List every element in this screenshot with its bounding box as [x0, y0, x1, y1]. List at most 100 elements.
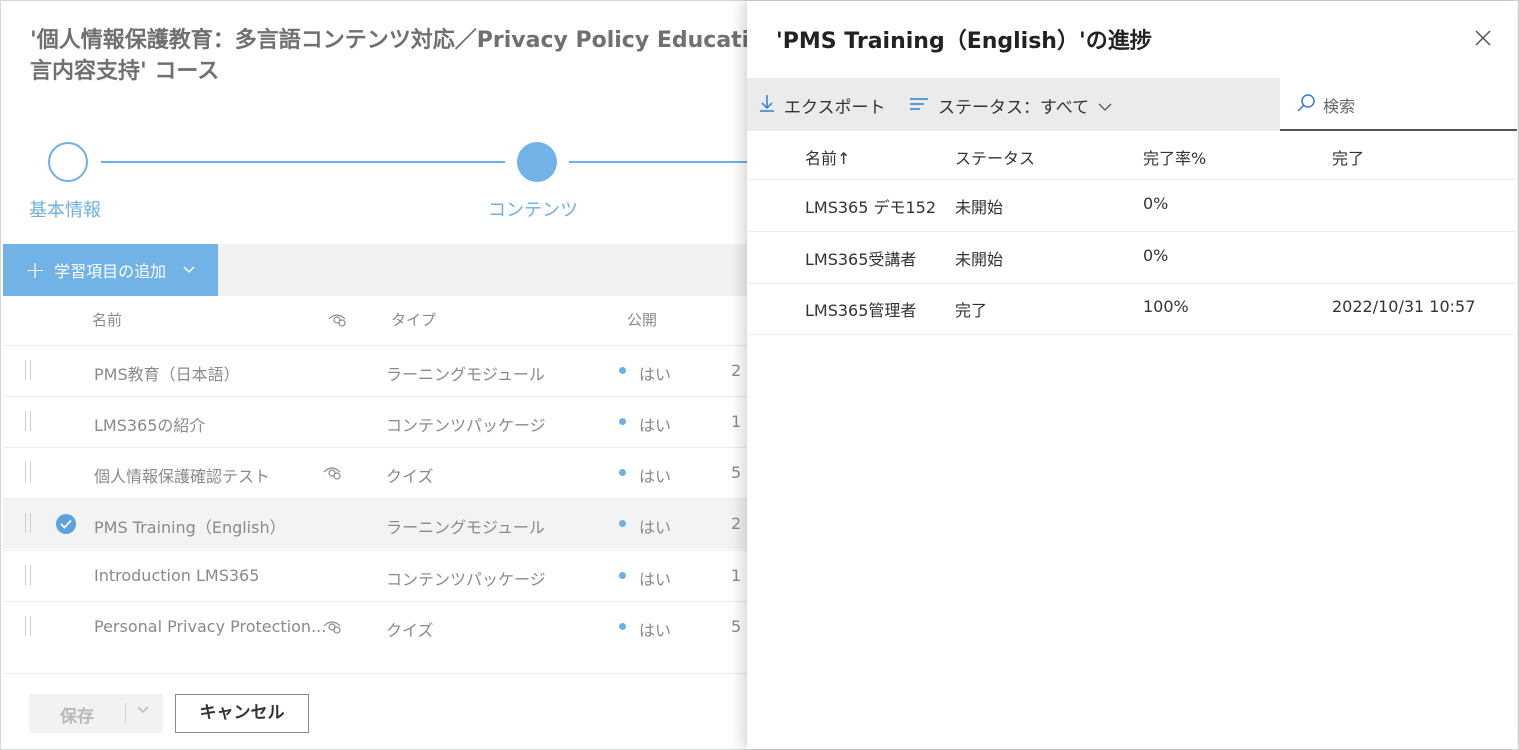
- content-row-published: はい: [639, 518, 672, 537]
- content-row-count: 1: [731, 566, 742, 585]
- content-row-count: 2: [731, 361, 742, 380]
- panel-title: 'PMS Training（English）'の進捗: [776, 29, 1152, 54]
- content-row-published: はい: [639, 621, 672, 640]
- learner-status: 完了: [955, 301, 988, 320]
- step-circle-content[interactable]: [517, 142, 557, 182]
- filter-lines-icon: [909, 96, 929, 116]
- content-row-selected[interactable]: PMS Training（English） ラーニングモジュール はい 2: [3, 498, 748, 549]
- chevron-down-icon[interactable]: [137, 703, 149, 718]
- column-header-status[interactable]: ステータス: [955, 145, 1035, 169]
- drag-handle-icon[interactable]: [25, 411, 31, 431]
- panel-command-bar: エクスポート ステータス：すべて 検索: [747, 78, 1517, 131]
- learner-rate: 100%: [1143, 297, 1189, 316]
- content-row-name[interactable]: 個人情報保護確認テスト: [94, 463, 270, 487]
- progress-panel: 'PMS Training（English）'の進捗 エクスポート ステータス：…: [747, 1, 1517, 749]
- export-label: エクスポート: [784, 98, 886, 118]
- learner-rate: 0%: [1143, 246, 1169, 265]
- step-label-basic-info[interactable]: 基本情報: [29, 196, 101, 222]
- content-row-type: ラーニングモジュール: [386, 518, 545, 537]
- step-label-content[interactable]: コンテンツ: [488, 196, 578, 222]
- content-table-header: 名前 タイプ 公開: [1, 297, 746, 345]
- content-row-count: 5: [731, 617, 742, 636]
- drag-handle-icon[interactable]: [25, 360, 31, 380]
- content-row-published: はい: [639, 416, 672, 435]
- cancel-button[interactable]: キャンセル: [175, 694, 309, 733]
- hidden-visibility-icon: [323, 464, 341, 482]
- step-circle-basic-info[interactable]: [48, 142, 88, 182]
- column-header-type[interactable]: タイプ: [391, 309, 436, 330]
- content-row[interactable]: PMS教育（日本語） ラーニングモジュール はい 2: [3, 345, 748, 396]
- learner-name: LMS365受講者: [805, 250, 917, 269]
- published-dot-icon: [619, 418, 626, 425]
- content-row[interactable]: 個人情報保護確認テスト クイズ はい 5: [3, 447, 748, 498]
- published-dot-icon: [619, 520, 626, 527]
- status-filter-dropdown[interactable]: ステータス：すべて: [909, 93, 1112, 118]
- drag-handle-icon[interactable]: [25, 462, 31, 482]
- search-placeholder: 検索: [1323, 97, 1356, 116]
- stepper-connector: [569, 161, 749, 163]
- content-row-type: ラーニングモジュール: [386, 365, 545, 384]
- content-row-count: 5: [731, 463, 742, 482]
- save-button[interactable]: 保存: [29, 694, 163, 733]
- learner-rate: 0%: [1143, 194, 1169, 213]
- course-title: '個人情報保護教育：多言語コンテンツ対応／Privacy Policy Educ…: [30, 25, 790, 87]
- checkmark-icon[interactable]: [56, 514, 76, 534]
- published-dot-icon: [619, 572, 626, 579]
- stepper-connector: [101, 161, 505, 163]
- content-row-type: コンテンツパッケージ: [386, 570, 546, 589]
- content-row-name[interactable]: Introduction LMS365: [94, 566, 259, 585]
- progress-table-header: 名前↑ ステータス 完了率% 完了: [747, 132, 1517, 180]
- status-filter-label: ステータス：すべて: [938, 98, 1090, 118]
- progress-row[interactable]: LMS365 デモ152 未開始 0%: [747, 180, 1517, 232]
- content-row[interactable]: Introduction LMS365 コンテンツパッケージ はい 1: [3, 550, 748, 601]
- content-row-published: はい: [639, 570, 672, 589]
- content-row-type: コンテンツパッケージ: [386, 416, 546, 435]
- hidden-visibility-icon: [323, 618, 341, 636]
- course-title-line1: '個人情報保護教育：多言語コンテンツ対応／Privacy Policy Educ…: [30, 28, 780, 53]
- content-row-name[interactable]: LMS365の紹介: [94, 412, 205, 436]
- search-icon: [1296, 93, 1316, 117]
- close-icon[interactable]: [1473, 29, 1493, 49]
- column-header-completed[interactable]: 完了: [1332, 145, 1364, 169]
- content-row-name[interactable]: Personal Privacy Protection...: [94, 617, 326, 636]
- progress-row[interactable]: LMS365受講者 未開始 0%: [747, 232, 1517, 284]
- column-header-name[interactable]: 名前: [92, 309, 122, 330]
- content-row-count: 2: [731, 514, 742, 533]
- save-label: 保存: [60, 707, 94, 727]
- content-row-type: クイズ: [386, 467, 434, 486]
- plus-icon: +: [25, 256, 46, 284]
- chevron-down-icon: [183, 263, 195, 277]
- content-row-published: はい: [639, 467, 672, 486]
- learner-completed: 2022/10/31 10:57: [1332, 297, 1476, 316]
- content-row[interactable]: LMS365の紹介 コンテンツパッケージ はい 1: [3, 396, 748, 447]
- learner-status: 未開始: [955, 198, 1004, 217]
- visibility-icon: [328, 311, 346, 331]
- drag-handle-icon[interactable]: [25, 616, 31, 636]
- published-dot-icon: [619, 469, 626, 476]
- learner-name: LMS365管理者: [805, 301, 917, 320]
- published-dot-icon: [619, 367, 626, 374]
- drag-handle-icon[interactable]: [25, 565, 31, 585]
- published-dot-icon: [619, 623, 626, 630]
- content-row-name[interactable]: PMS Training（English）: [94, 514, 286, 538]
- course-title-line2: 言内容支持' コース: [30, 59, 220, 84]
- progress-row[interactable]: LMS365管理者 完了 100% 2022/10/31 10:57: [747, 283, 1517, 335]
- export-button[interactable]: エクスポート: [759, 93, 886, 118]
- content-row-type: クイズ: [386, 621, 434, 640]
- column-header-name[interactable]: 名前↑: [805, 145, 850, 169]
- drag-handle-icon[interactable]: [25, 513, 31, 533]
- download-icon: [759, 94, 775, 117]
- divider: [125, 703, 126, 724]
- column-header-completion-rate[interactable]: 完了率%: [1143, 145, 1206, 169]
- editor-footer: 保存 キャンセル: [3, 673, 748, 749]
- search-input[interactable]: 検索: [1280, 78, 1517, 131]
- chevron-down-icon: [1098, 96, 1112, 116]
- content-row-count: 1: [731, 412, 742, 431]
- content-row[interactable]: Personal Privacy Protection... クイズ はい 5: [3, 601, 748, 652]
- learner-name: LMS365 デモ152: [805, 198, 937, 217]
- content-row-name[interactable]: PMS教育（日本語）: [94, 361, 240, 385]
- add-learning-item-label: 学習項目の追加: [54, 262, 167, 281]
- content-row-published: はい: [639, 365, 672, 384]
- column-header-published[interactable]: 公開: [627, 309, 657, 330]
- add-learning-item-button[interactable]: + 学習項目の追加: [3, 244, 218, 296]
